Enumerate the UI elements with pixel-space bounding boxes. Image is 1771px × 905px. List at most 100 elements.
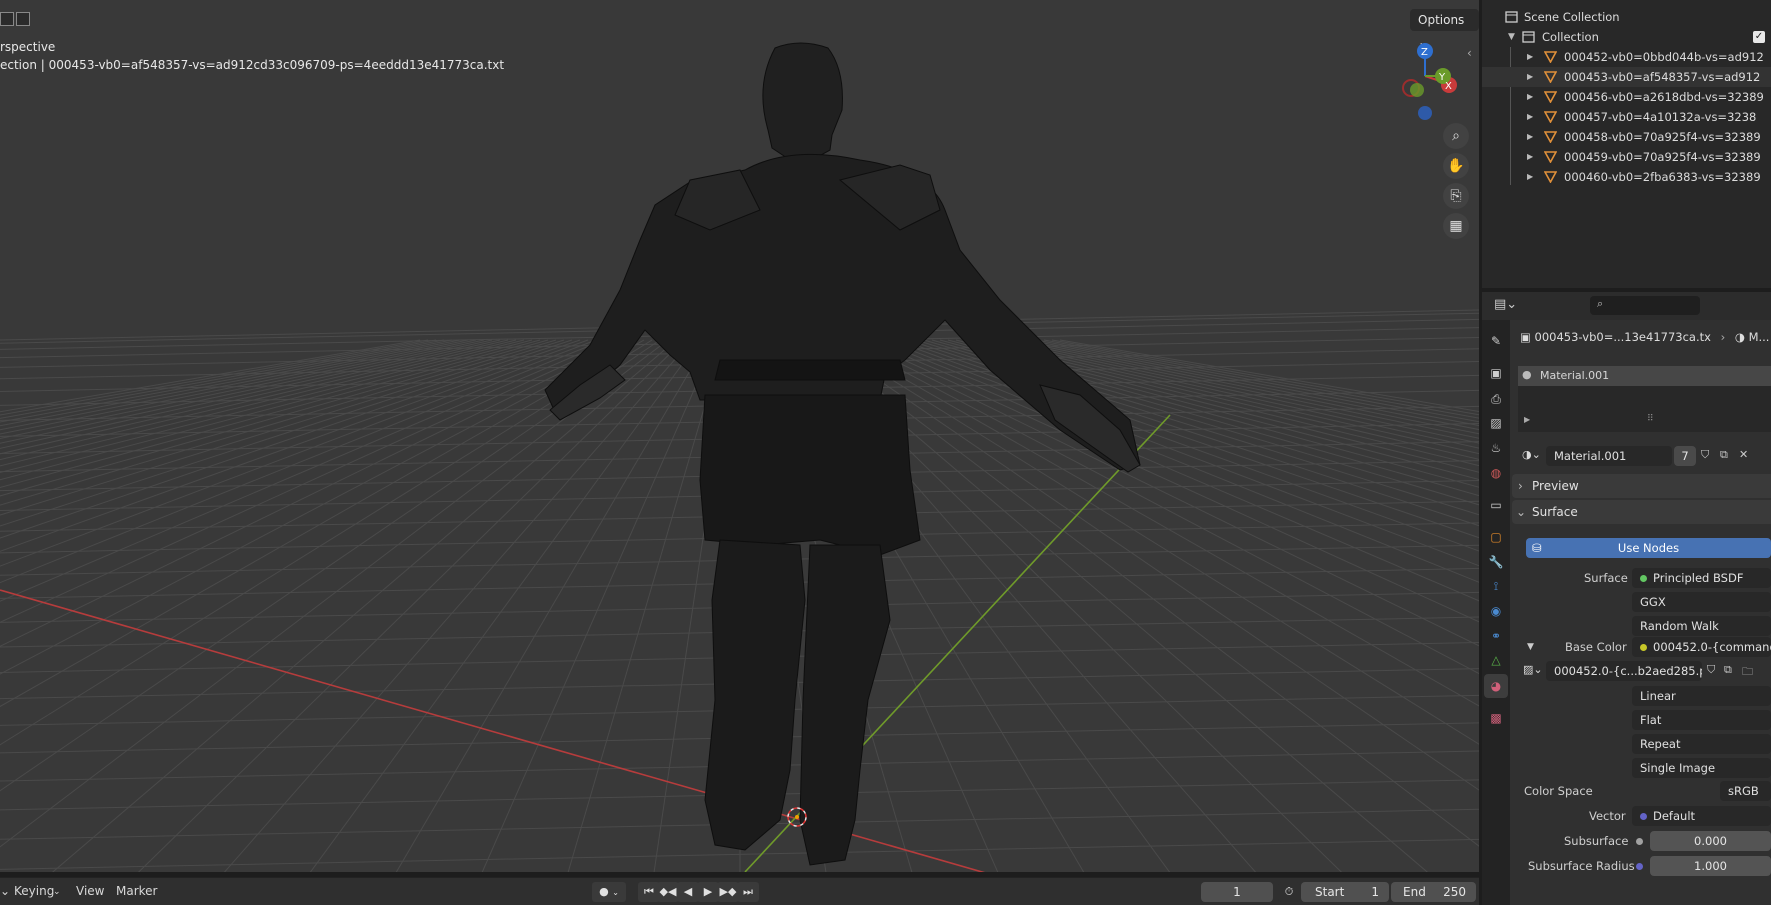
material-slot-label: Material.001 [1540,369,1610,382]
texture-tab-icon[interactable]: ▩ [1487,709,1505,727]
surface-shader-dropdown[interactable]: Principled BSDF [1632,568,1771,588]
outliner-object-row[interactable]: ▶ 000452-vb0=0bbd044b-vs=ad912 [1482,47,1771,67]
scene-tab-icon[interactable]: ♨ [1487,439,1505,457]
duplicate-icon[interactable]: ⧉ [1720,448,1728,462]
use-nodes-label: Use Nodes [1617,541,1680,555]
select-mode-icon[interactable] [16,12,30,26]
mesh-data-tab-icon[interactable]: △ [1487,651,1505,669]
object-tab-icon[interactable]: ▢ [1487,528,1505,546]
outliner-object-row[interactable]: ▶ 000453-vb0=af548357-vs=ad912 [1482,67,1771,87]
current-frame-field[interactable]: 1 [1201,882,1273,902]
projection-dropdown[interactable]: Flat [1632,710,1771,730]
tool-tab-icon[interactable]: ✎ [1487,332,1505,350]
fake-user-shield-icon[interactable]: ⛉ [1701,448,1709,462]
expand-right-icon[interactable]: ▶ [1527,167,1533,187]
expand-down-icon[interactable]: ▼ [1527,642,1534,652]
render-tab-icon[interactable]: ▣ [1487,364,1505,382]
play-button[interactable]: ▶ [697,882,719,902]
expand-right-icon[interactable]: ▶ [1527,67,1533,87]
view-layer-tab-icon[interactable]: ▨ [1487,414,1505,432]
collection-tab-icon[interactable]: ▭ [1487,496,1505,514]
start-frame-field[interactable]: Start 1 [1301,882,1389,902]
interpolation-dropdown[interactable]: Linear [1632,686,1771,706]
output-tab-icon[interactable]: ⎙ [1487,390,1505,408]
previous-keyframe-button[interactable]: ◆◀ [657,882,679,902]
expand-right-icon[interactable]: ▶ [1527,127,1533,147]
world-tab-icon[interactable]: ◍ [1487,464,1505,482]
pan-hand-icon[interactable]: ✋ [1443,153,1469,179]
options-dropdown[interactable]: Options ⌄ [1410,9,1479,49]
particles-tab-icon[interactable]: ⟟ [1487,577,1505,595]
sidebar-toggle-icon[interactable]: ‹ [1467,46,1472,60]
expand-right-icon[interactable]: ▶ [1527,47,1533,67]
editor-type-icon[interactable]: ▤⌄ [1494,297,1517,312]
properties-search-input[interactable]: ⌕ [1590,296,1700,315]
next-keyframe-button[interactable]: ▶◆ [717,882,739,902]
breadcrumb: ▣ 000453-vb0=...13e41773ca.tx › ◑ M... [1520,330,1769,344]
duplicate-icon[interactable]: ⧉ [1724,663,1732,677]
outliner-object-row[interactable]: ▶ 000458-vb0=70a925f4-vs=32389 [1482,127,1771,147]
material-slot-row[interactable]: ● Material.001 [1518,366,1771,386]
material-name-field[interactable]: Material.001 [1546,446,1672,466]
camera-view-icon[interactable]: ⎘ [1443,183,1469,209]
image-browse-icon[interactable]: ▨⌄ [1523,663,1543,676]
base-color-link-dropdown[interactable]: 000452.0-{commandli... [1632,637,1771,657]
play-reverse-button[interactable]: ◀ [677,882,699,902]
fake-user-shield-icon[interactable]: ⛉ [1707,663,1715,677]
stopwatch-icon[interactable]: ⏱ [1278,882,1300,902]
breadcrumb-object: 000453-vb0=...13e41773ca.tx [1534,330,1711,344]
folder-icon[interactable]: 🗀 [1742,663,1753,682]
close-icon[interactable]: ✕ [1739,448,1748,461]
physics-tab-icon[interactable]: ◉ [1487,602,1505,620]
outliner-object-row[interactable]: ▶ 000460-vb0=2fba6383-vs=32389 [1482,167,1771,187]
constraints-tab-icon[interactable]: ⚭ [1487,627,1505,645]
mesh-icon [1544,151,1557,163]
jump-to-end-button[interactable]: ⏭ [737,882,759,902]
collection-checkbox[interactable]: ✓ [1753,31,1765,43]
expand-down-icon[interactable]: ▼ [1508,27,1515,47]
expand-right-icon[interactable]: ▶ [1527,87,1533,107]
subsurface-method-dropdown[interactable]: Random Walk [1632,616,1771,636]
marker-menu[interactable]: Marker [116,884,157,898]
view-menu[interactable]: View [76,884,104,898]
zoom-icon[interactable]: ⌕ [1443,123,1469,149]
scene-collection-row[interactable]: Scene Collection [1482,7,1771,27]
subsurface-radius-field[interactable]: 1.000 [1650,856,1771,876]
expand-right-icon[interactable]: ▶ [1527,147,1533,167]
outliner-object-row[interactable]: ▶ 000456-vb0=a2618dbd-vs=32389 [1482,87,1771,107]
material-browse-icon[interactable]: ◑⌄ [1522,448,1541,461]
mesh-icon [1544,71,1557,83]
material-sphere-icon: ◑ [1734,330,1745,344]
outliner-object-row[interactable]: ▶ 000459-vb0=70a925f4-vs=32389 [1482,147,1771,167]
subsurface-field[interactable]: 0.000 [1650,831,1771,851]
expand-right-icon[interactable]: ▶ [1524,415,1530,424]
color-space-dropdown[interactable]: sRGB [1720,781,1771,801]
resize-handle-icon[interactable]: ⠿ [1647,414,1654,424]
source-dropdown[interactable]: Single Image [1632,758,1771,778]
distribution-dropdown[interactable]: GGX [1632,592,1771,612]
image-name-field[interactable]: 000452.0-{c...b2aed285.png [1546,661,1702,681]
chevron-down-icon[interactable]: ⌄ [0,884,10,898]
vector-value: Default [1653,809,1696,823]
modifier-wrench-icon[interactable]: 🔧 [1487,553,1505,571]
surface-panel-header[interactable]: ⌄ Surface [1512,500,1771,524]
expand-right-icon[interactable]: ▶ [1527,107,1533,127]
preview-panel-header[interactable]: › Preview [1512,474,1771,498]
use-nodes-button[interactable]: ⛁ Use Nodes [1526,538,1771,558]
shader-socket-icon [1640,575,1647,582]
chevron-down-icon[interactable]: ⌄ [53,887,61,897]
keying-menu[interactable]: Keying [14,884,54,898]
properties-header: ▤⌄ ⌕ [1482,292,1771,320]
material-user-count[interactable]: 7 [1674,446,1696,466]
3d-viewport[interactable]: rspective ection | 000453-vb0=af548357-v… [0,0,1479,872]
ortho-grid-icon[interactable]: ▦ [1443,213,1469,239]
end-frame-field[interactable]: End 250 [1391,882,1476,902]
record-button[interactable]: ● ⌄ [592,882,626,902]
select-box-icon[interactable] [0,12,14,26]
outliner-object-row[interactable]: ▶ 000457-vb0=4a10132a-vs=3238 [1482,107,1771,127]
collection-row[interactable]: ▼ Collection ✓ [1482,27,1771,47]
extension-dropdown[interactable]: Repeat [1632,734,1771,754]
vector-dropdown[interactable]: Default [1632,806,1771,826]
navigation-gizmo[interactable]: Z X Y [1385,40,1465,120]
material-tab-icon[interactable]: ◕ [1484,674,1508,698]
